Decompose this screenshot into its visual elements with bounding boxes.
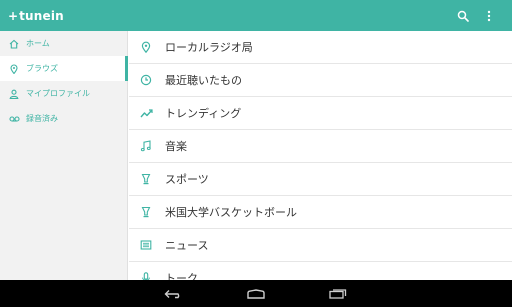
trophy-icon — [139, 205, 153, 219]
list-item-talk[interactable]: トーク — [129, 262, 512, 280]
cassette-icon — [8, 113, 20, 125]
list-item-college-basketball[interactable]: 米国大学バスケットボール — [129, 196, 512, 229]
trending-icon — [139, 106, 153, 120]
list-item-news[interactable]: ニュース — [129, 229, 512, 262]
search-icon — [457, 10, 469, 22]
list-item-label: トレンディング — [165, 107, 242, 120]
logo-text: tunein — [19, 8, 64, 23]
list-item-recents[interactable]: 最近聴いたもの — [129, 64, 512, 97]
list-item-label: トーク — [165, 272, 198, 280]
app-bar: + tunein — [0, 0, 512, 31]
list-item-label: スポーツ — [165, 173, 209, 186]
overflow-menu-icon — [487, 10, 491, 21]
sidebar-item-home[interactable]: ホーム — [0, 31, 127, 56]
location-pin-icon — [8, 63, 20, 75]
browse-list: ローカルラジオ局 最近聴いたもの トレンディング 音楽 スポーツ 米国大学バスケ… — [129, 31, 512, 280]
recents-button[interactable] — [318, 280, 358, 307]
sidebar-item-label: マイプロファイル — [26, 89, 90, 98]
system-navigation-bar — [0, 280, 512, 307]
list-item-label: 音楽 — [165, 140, 187, 153]
home-icon — [8, 38, 20, 50]
list-item-music[interactable]: 音楽 — [129, 130, 512, 163]
overflow-menu-button[interactable] — [476, 0, 502, 31]
back-icon — [164, 289, 180, 298]
list-item-label: ニュース — [165, 239, 209, 252]
tunein-logo[interactable]: + tunein — [8, 9, 64, 23]
sidebar-item-label: ブラウズ — [26, 64, 58, 73]
microphone-icon — [139, 271, 153, 280]
app-window: + tunein ホーム ブラウズ マイプロファイル 録音済み ローカルラジオ局… — [0, 0, 512, 307]
location-pin-icon — [139, 40, 153, 54]
search-button[interactable] — [450, 0, 476, 31]
trophy-icon — [139, 172, 153, 186]
logo-mark: + — [8, 8, 19, 23]
sidebar: ホーム ブラウズ マイプロファイル 録音済み — [0, 31, 128, 280]
list-item-local-radio[interactable]: ローカルラジオ局 — [129, 31, 512, 64]
music-note-icon — [139, 139, 153, 153]
sidebar-item-browse[interactable]: ブラウズ — [0, 56, 128, 81]
clock-icon — [139, 73, 153, 87]
list-item-label: 米国大学バスケットボール — [165, 206, 297, 219]
list-item-label: ローカルラジオ局 — [165, 41, 253, 54]
person-icon — [8, 88, 20, 100]
sidebar-item-label: 録音済み — [26, 114, 58, 123]
list-item-sports[interactable]: スポーツ — [129, 163, 512, 196]
home-button[interactable] — [236, 280, 276, 307]
list-item-label: 最近聴いたもの — [165, 74, 242, 87]
sidebar-item-my-profile[interactable]: マイプロファイル — [0, 81, 127, 106]
recents-icon — [329, 289, 347, 299]
home-nav-icon — [247, 288, 265, 299]
back-button[interactable] — [154, 280, 194, 307]
newspaper-icon — [139, 238, 153, 252]
app-bar-actions — [450, 0, 502, 31]
sidebar-item-label: ホーム — [26, 39, 50, 48]
sidebar-item-recordings[interactable]: 録音済み — [0, 106, 127, 131]
list-item-trending[interactable]: トレンディング — [129, 97, 512, 130]
